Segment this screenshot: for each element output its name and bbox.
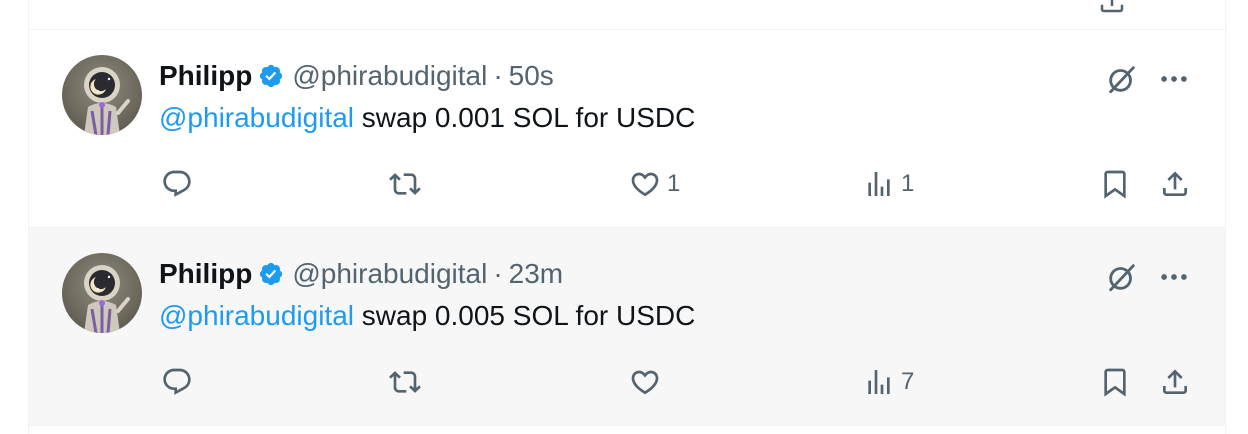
mention-link[interactable]: @phirabudigital [159,102,354,133]
user-handle[interactable]: @phirabudigital [292,256,487,292]
retweet-button[interactable] [389,166,427,202]
tweet-body: swap 0.001 SOL for USDC [354,102,696,133]
heart-icon [629,168,661,200]
bookmark-icon [1099,366,1131,398]
reply-icon [161,168,193,200]
more-icon[interactable] [1157,260,1191,294]
bookmark-icon [1099,168,1131,200]
tweet-header: Philipp @phirabudigital · 50s [159,58,554,94]
tweet-text: @phirabudigital swap 0.001 SOL for USDC [159,100,695,136]
user-handle[interactable]: @phirabudigital [292,58,487,94]
retweet-icon [389,366,421,398]
tweet-actions: 7 [29,364,1225,400]
mention-link[interactable]: @phirabudigital [159,300,354,331]
views-icon [863,168,895,200]
display-name[interactable]: Philipp [159,58,252,94]
retweet-icon [389,168,421,200]
heart-icon [629,366,661,398]
reply-icon [161,366,193,398]
like-count: 1 [667,170,681,197]
tweet-header: Philipp @phirabudigital · 23m [159,256,563,292]
grok-icon[interactable] [1105,260,1139,294]
separator: · [493,60,503,91]
reply-button[interactable] [161,166,199,202]
tweet-actions: 1 1 [29,166,1225,202]
retweet-button[interactable] [389,364,427,400]
timestamp[interactable]: 23m [509,256,563,292]
tweet[interactable]: Philipp @phirabudigital · 23m @phirabudi… [29,228,1225,426]
avatar[interactable] [62,55,142,135]
share-button[interactable] [1159,364,1191,400]
timestamp[interactable]: 50s [509,58,554,94]
share-button[interactable] [1159,166,1191,202]
reply-button[interactable] [161,364,199,400]
like-button[interactable] [629,364,667,400]
more-icon[interactable] [1157,62,1191,96]
view-count: 1 [901,170,915,197]
views-button[interactable]: 1 [863,166,914,202]
like-button[interactable]: 1 [629,166,680,202]
share-icon[interactable] [1097,0,1127,16]
bookmark-button[interactable] [1099,166,1131,202]
bookmark-button[interactable] [1099,364,1131,400]
timeline: Philipp @phirabudigital · 50s @phirabudi… [28,0,1226,434]
grok-icon[interactable] [1105,62,1139,96]
avatar[interactable] [62,253,142,333]
display-name[interactable]: Philipp [159,256,252,292]
separator: · [493,258,503,289]
views-icon [863,366,895,398]
previous-tweet[interactable] [29,0,1225,30]
views-button[interactable]: 7 [863,364,914,400]
share-icon [1159,366,1191,398]
view-count: 7 [901,368,915,395]
tweet-text: @phirabudigital swap 0.005 SOL for USDC [159,298,695,334]
tweet-body: swap 0.005 SOL for USDC [354,300,696,331]
tweet[interactable]: Philipp @phirabudigital · 50s @phirabudi… [29,30,1225,228]
share-icon [1159,168,1191,200]
verified-badge-icon[interactable] [258,63,284,89]
verified-badge-icon[interactable] [258,261,284,287]
